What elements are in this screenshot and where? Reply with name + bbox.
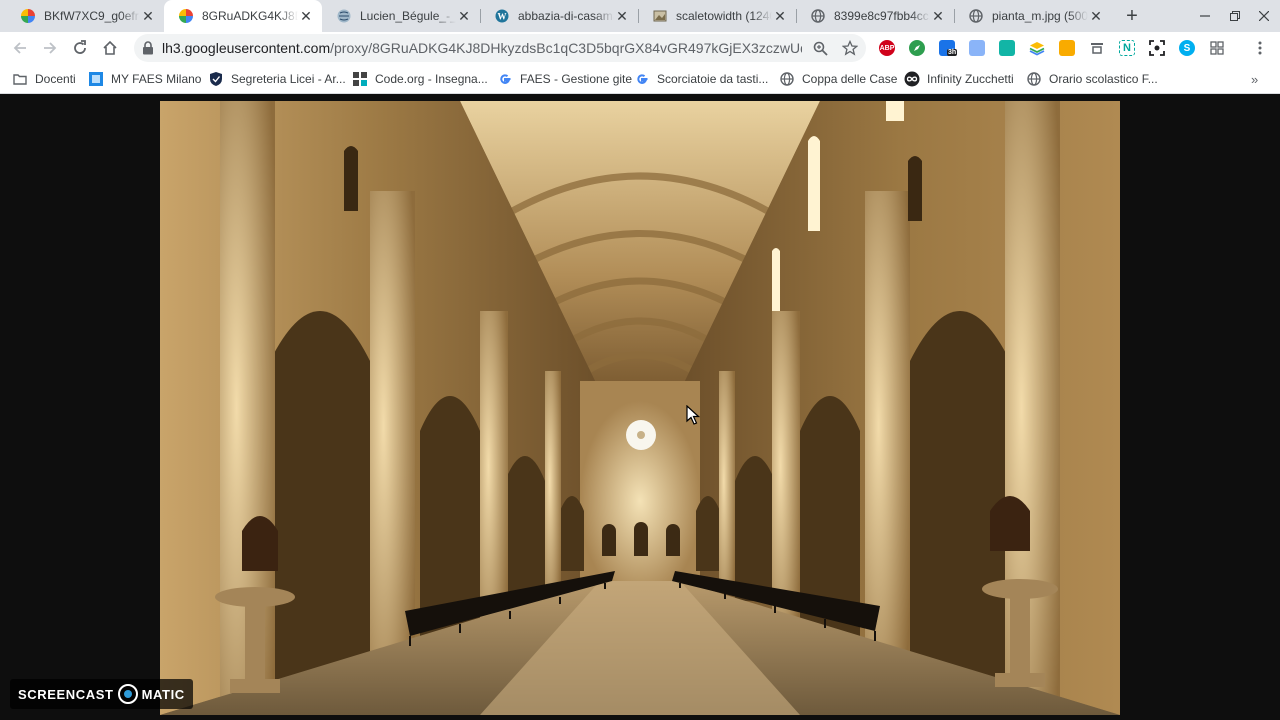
back-arrow-icon[interactable] bbox=[8, 36, 32, 60]
wordpress-icon: W bbox=[494, 8, 510, 24]
tab-2-title: 8GRuADKG4KJ8DH bbox=[202, 9, 298, 23]
new-tab-button[interactable]: + bbox=[1120, 4, 1144, 28]
screencast-o-matic-watermark: SCREENCAST MATIC bbox=[10, 679, 193, 709]
tab-1[interactable]: BKfW7XC9_g0efr-2 ✕ bbox=[6, 0, 164, 32]
tab-5-close-icon[interactable]: ✕ bbox=[772, 8, 788, 24]
image-tool-icon[interactable] bbox=[969, 40, 985, 56]
globe-icon bbox=[779, 71, 795, 87]
bookmark-label: FAES - Gestione gite bbox=[520, 72, 633, 86]
zoom-icon[interactable] bbox=[810, 38, 830, 58]
bookmark-label: Coppa delle Case bbox=[802, 72, 898, 86]
tab-3-title: Lucien_Bégule_-_L'a bbox=[360, 9, 456, 23]
shield-icon bbox=[208, 71, 224, 87]
screen-recorder-icon[interactable]: 3h bbox=[939, 40, 958, 56]
layers-icon[interactable] bbox=[1029, 40, 1045, 56]
tab-3[interactable]: Lucien_Bégule_-_L'a ✕ bbox=[322, 0, 480, 32]
tab-2-active[interactable]: 8GRuADKG4KJ8DH ✕ bbox=[164, 0, 322, 32]
bookmark-code-org[interactable]: Code.org - Insegna... bbox=[352, 71, 488, 87]
folder-icon bbox=[12, 71, 28, 87]
bookmark-orario-scolastico[interactable]: Orario scolastico F... bbox=[1026, 71, 1158, 87]
bookmark-label: Docenti bbox=[35, 72, 76, 86]
photos-pinwheel-icon bbox=[178, 8, 194, 24]
bookmark-coppa-case[interactable]: Coppa delle Case bbox=[779, 71, 897, 87]
tab-4-title: abbazia-di-casama bbox=[518, 9, 614, 23]
tab-7-close-icon[interactable]: ✕ bbox=[1088, 8, 1104, 24]
infinity-icon bbox=[904, 71, 920, 87]
bookmarks-bar: Docenti MY FAES Milano Segreteria Licei … bbox=[0, 64, 1280, 94]
google-icon bbox=[497, 71, 513, 87]
bookmark-my-faes[interactable]: MY FAES Milano bbox=[88, 71, 201, 87]
tab-6-title: 8399e8c97fbb4cc2 bbox=[834, 9, 930, 23]
skype-icon[interactable]: S bbox=[1179, 40, 1195, 56]
lock-icon[interactable] bbox=[142, 41, 154, 60]
bookmark-segreteria[interactable]: Segreteria Licei - Ar... bbox=[208, 71, 346, 87]
globe-icon bbox=[1026, 71, 1042, 87]
photos-pinwheel-icon bbox=[20, 8, 36, 24]
close-window-icon[interactable] bbox=[1254, 6, 1274, 26]
home-icon[interactable] bbox=[98, 36, 122, 60]
bookmark-label: MY FAES Milano bbox=[111, 72, 202, 86]
restore-icon[interactable] bbox=[1225, 6, 1245, 26]
extensions-puzzle-icon[interactable] bbox=[1209, 40, 1225, 56]
bookmark-scorciatoie[interactable]: Scorciatoie da tasti... bbox=[634, 71, 768, 87]
tab-7[interactable]: pianta_m.jpg (500 ✕ bbox=[954, 0, 1112, 32]
compass-extension-icon[interactable] bbox=[909, 40, 925, 56]
forward-arrow-icon[interactable] bbox=[38, 36, 62, 60]
tab-1-title: BKfW7XC9_g0efr-2 bbox=[44, 9, 140, 23]
faes-logo-icon bbox=[88, 71, 104, 87]
tab-2-close-icon[interactable]: ✕ bbox=[298, 8, 314, 24]
teal-extension-icon[interactable] bbox=[999, 40, 1015, 56]
keep-notes-icon[interactable] bbox=[1059, 40, 1075, 56]
tab-1-close-icon[interactable]: ✕ bbox=[140, 8, 156, 24]
pen-tool-icon[interactable] bbox=[1089, 40, 1105, 56]
bookmark-docenti[interactable]: Docenti bbox=[12, 71, 76, 87]
image-thumbnail-icon bbox=[652, 8, 668, 24]
url-host: lh3.googleusercontent.com bbox=[162, 40, 331, 56]
code-org-icon bbox=[352, 71, 368, 87]
bookmark-label: Orario scolastico F... bbox=[1049, 72, 1158, 86]
adblock-plus-icon[interactable]: ABP bbox=[879, 40, 895, 56]
abbey-nave-photo[interactable] bbox=[160, 101, 1120, 715]
tab-3-close-icon[interactable]: ✕ bbox=[456, 8, 472, 24]
tab-5[interactable]: scaletowidth (1240 ✕ bbox=[638, 0, 796, 32]
url-path: /proxy/8GRuADKG4KJ8DHkyzdsBc1qC3D5bqrGX8… bbox=[330, 40, 802, 56]
mouse-pointer-icon bbox=[686, 404, 701, 430]
globe-icon bbox=[968, 8, 984, 24]
bookmark-label: Code.org - Insegna... bbox=[375, 72, 488, 86]
bookmark-star-icon[interactable] bbox=[840, 38, 860, 58]
page-viewport bbox=[0, 95, 1280, 720]
rose-window bbox=[626, 420, 656, 450]
tab-4-close-icon[interactable]: ✕ bbox=[614, 8, 630, 24]
svg-text:W: W bbox=[498, 12, 507, 22]
n-extension-icon[interactable]: N bbox=[1119, 40, 1135, 56]
browser-menu-icon[interactable] bbox=[1252, 40, 1268, 56]
minimize-icon[interactable] bbox=[1195, 6, 1215, 26]
tab-5-title: scaletowidth (1240 bbox=[676, 9, 772, 23]
tab-7-title: pianta_m.jpg (500 bbox=[992, 9, 1088, 23]
tab-6-close-icon[interactable]: ✕ bbox=[930, 8, 946, 24]
bookmark-label: Segreteria Licei - Ar... bbox=[231, 72, 346, 86]
bookmark-label: Infinity Zucchetti bbox=[927, 72, 1014, 86]
record-dot-icon bbox=[117, 684, 138, 704]
globe-icon bbox=[810, 8, 826, 24]
wikimedia-globe-icon bbox=[336, 8, 352, 24]
watermark-right-text: MATIC bbox=[141, 686, 185, 702]
google-icon bbox=[634, 71, 650, 87]
reload-icon[interactable] bbox=[68, 36, 92, 60]
browser-toolbar: lh3.googleusercontent.com/proxy/8GRuADKG… bbox=[0, 32, 1280, 64]
watermark-left-text: SCREENCAST bbox=[18, 686, 114, 702]
bookmarks-overflow-icon[interactable]: » bbox=[1251, 72, 1258, 87]
recorder-badge: 3h bbox=[947, 49, 958, 56]
bookmark-label: Scorciatoie da tasti... bbox=[657, 72, 769, 86]
tab-6[interactable]: 8399e8c97fbb4cc2 ✕ bbox=[796, 0, 954, 32]
address-bar[interactable]: lh3.googleusercontent.com/proxy/8GRuADKG… bbox=[134, 34, 866, 62]
bookmark-faes-gite[interactable]: FAES - Gestione gite bbox=[497, 71, 632, 87]
tab-4[interactable]: W abbazia-di-casama ✕ bbox=[480, 0, 638, 32]
screenshot-icon[interactable] bbox=[1149, 40, 1165, 56]
bookmark-infinity-zucchetti[interactable]: Infinity Zucchetti bbox=[904, 71, 1014, 87]
tab-strip: BKfW7XC9_g0efr-2 ✕ 8GRuADKG4KJ8DH ✕ Luci… bbox=[0, 0, 1280, 32]
address-url[interactable]: lh3.googleusercontent.com/proxy/8GRuADKG… bbox=[162, 40, 802, 56]
